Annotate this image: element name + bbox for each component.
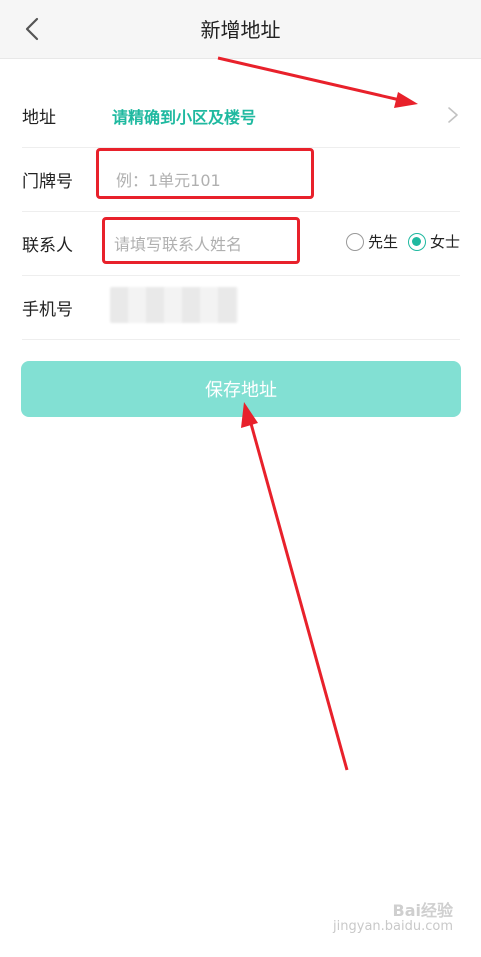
annotation-arrow-up <box>241 402 349 771</box>
watermark-brand: Bai经验 <box>392 901 453 920</box>
radio-mr-label: 先生 <box>367 233 398 251</box>
annotation-box-contact <box>102 217 300 264</box>
radio-icon[interactable] <box>345 232 364 251</box>
address-select-link[interactable]: 请精确到小区及楼号 <box>112 104 256 128</box>
annotation-box-door <box>96 148 314 199</box>
gender-radio-group: 先生 女士 <box>345 231 460 252</box>
chevron-right-icon[interactable] <box>446 105 460 125</box>
address-label: 地址 <box>22 108 56 128</box>
radio-ms-label: 女士 <box>429 233 460 251</box>
page-title: 新增地址 <box>200 18 281 42</box>
save-address-button[interactable]: 保存地址 <box>21 361 461 417</box>
watermark: Bai经验 jingyan.baidu.com <box>333 903 453 935</box>
radio-ms[interactable]: 女士 <box>407 231 460 252</box>
contact-label: 联系人 <box>22 236 73 256</box>
phone-number-blurred[interactable] <box>110 287 238 323</box>
phone-row: 手机号 <box>22 275 460 340</box>
phone-label: 手机号 <box>22 300 73 320</box>
radio-selected-icon[interactable] <box>407 232 426 251</box>
address-row[interactable]: 地址 请精确到小区及楼号 <box>22 83 460 148</box>
watermark-url: jingyan.baidu.com <box>333 919 453 934</box>
radio-mr[interactable]: 先生 <box>345 231 398 252</box>
door-number-label: 门牌号 <box>22 172 73 192</box>
top-bar: 新增地址 <box>0 0 481 59</box>
